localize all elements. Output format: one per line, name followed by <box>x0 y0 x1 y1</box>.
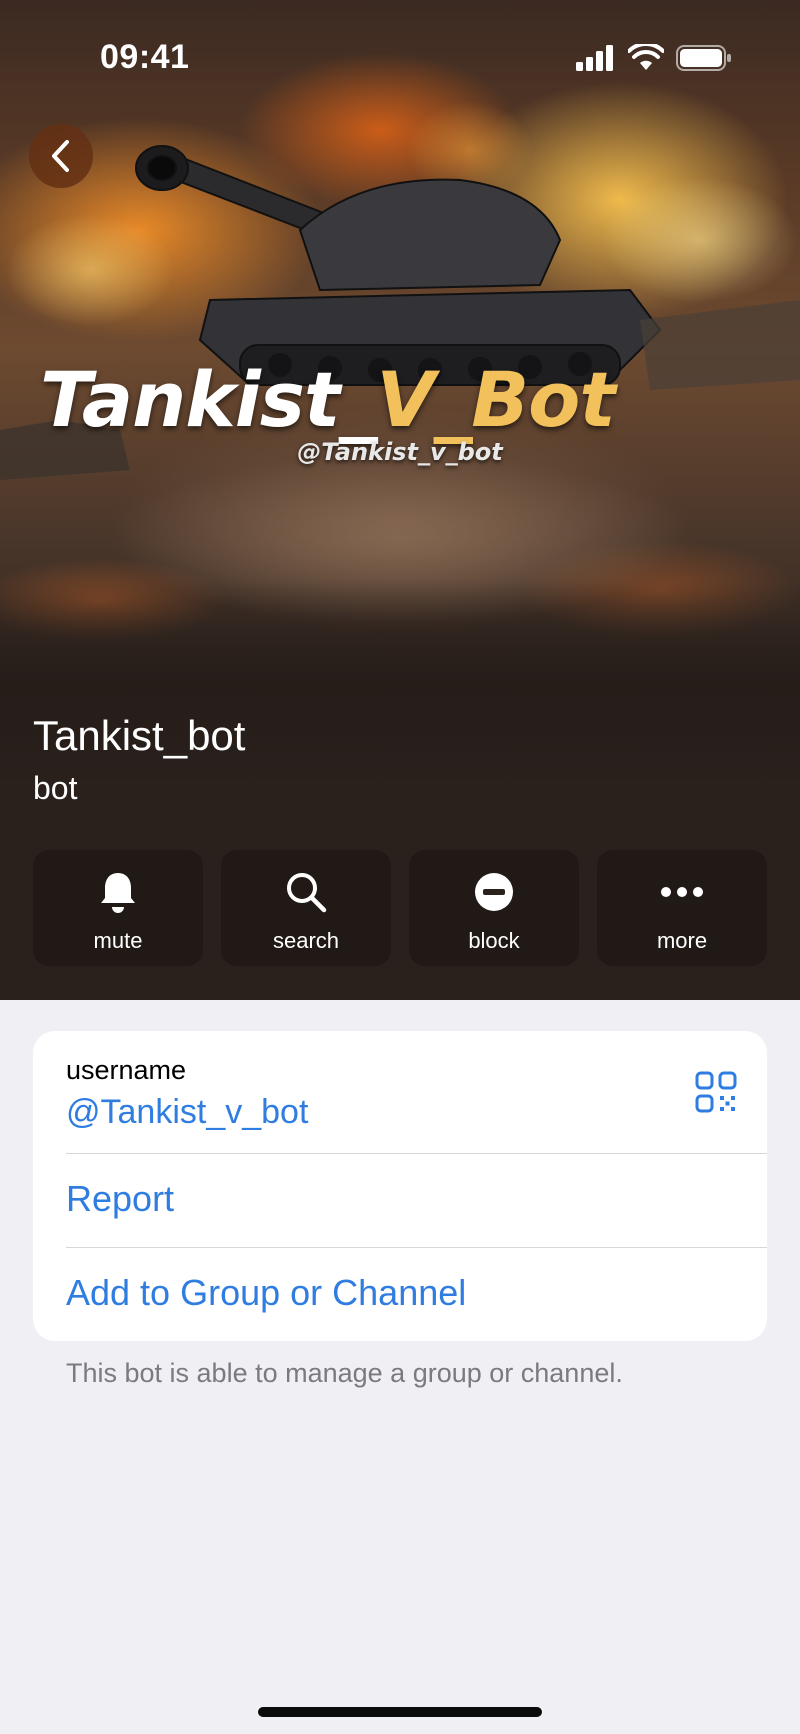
profile-subtitle: bot <box>33 770 78 806</box>
block-label: block <box>468 928 520 953</box>
mute-label: mute <box>93 928 143 953</box>
username-value[interactable]: @Tankist_v_bot <box>66 1093 308 1132</box>
add-to-group-label: Add to Group or Channel <box>66 1272 467 1313</box>
profile-name: Tankist_bot <box>33 712 246 759</box>
home-indicator[interactable] <box>258 1707 542 1717</box>
info-card: username @Tankist_v_bot Report Add to Gr… <box>33 1031 767 1341</box>
add-to-group-row[interactable]: Add to Group or Channel <box>33 1248 767 1340</box>
mute-button[interactable]: mute <box>33 850 203 966</box>
hero-art-title: Tankist_V_Bot <box>40 355 780 444</box>
block-icon <box>470 868 518 916</box>
more-label: more <box>656 928 708 953</box>
more-button[interactable]: more <box>597 850 767 966</box>
username-row[interactable]: username @Tankist_v_bot <box>33 1031 767 1153</box>
report-label: Report <box>66 1178 175 1219</box>
hero-art-title-white: Tankist_ <box>40 355 377 444</box>
search-label: search <box>272 928 340 953</box>
hero-art-handle: @Tankist_v_bot <box>297 438 503 466</box>
more-icon <box>658 868 706 916</box>
footnote-text: This bot is able to manage a group or ch… <box>66 1358 623 1388</box>
block-button[interactable]: block <box>409 850 579 966</box>
bell-icon <box>94 868 142 916</box>
back-button[interactable] <box>29 124 93 188</box>
chevron-left-icon <box>52 140 69 172</box>
report-row[interactable]: Report <box>33 1154 767 1246</box>
action-buttons: mute search block more <box>33 850 767 966</box>
cellular-signal-icon <box>576 45 613 71</box>
status-icons <box>576 44 732 72</box>
status-time: 09:41 <box>100 38 190 76</box>
username-label: username <box>66 1055 187 1085</box>
qr-code-icon[interactable] <box>695 1071 737 1113</box>
hero-art-title-gold: V_Bot <box>376 355 615 444</box>
search-button[interactable]: search <box>221 850 391 966</box>
wifi-icon <box>628 44 664 70</box>
search-icon <box>282 868 330 916</box>
battery-icon <box>676 45 731 71</box>
profile-hero: Tankist_V_Bot @Tankist_v_bot 09:41 Tanki… <box>0 0 800 1000</box>
